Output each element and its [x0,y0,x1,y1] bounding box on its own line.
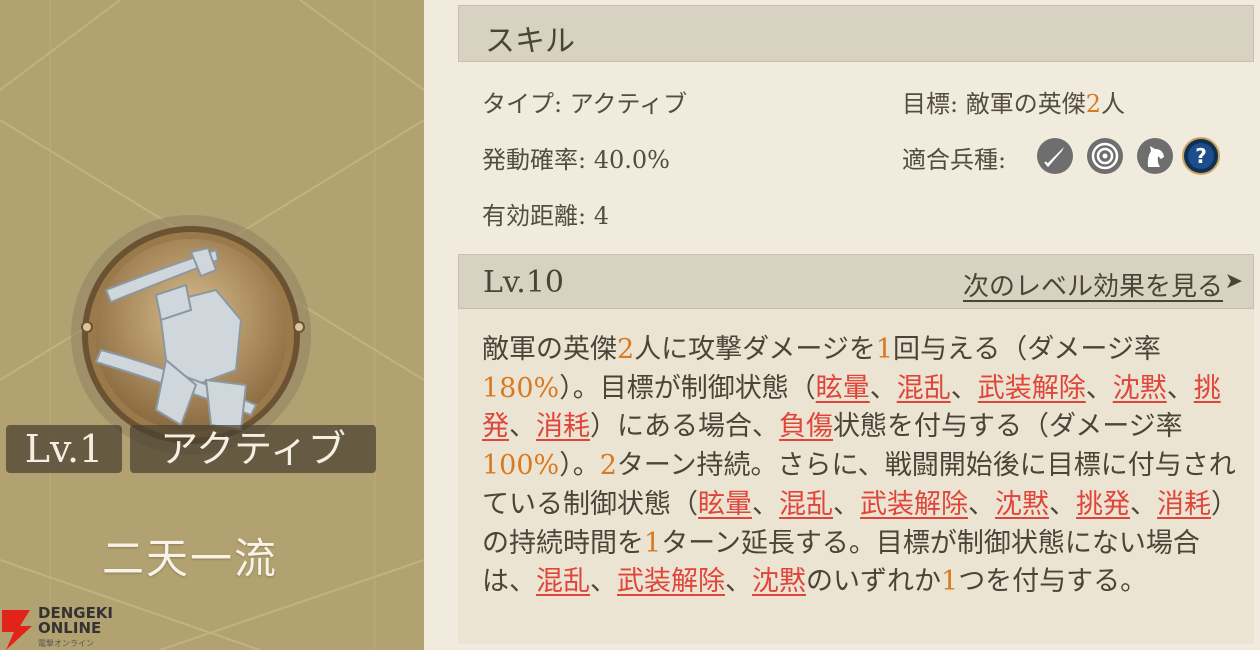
watermark-line3: 電撃オンライン [38,639,94,648]
arrow-right-icon[interactable]: ➤ [1225,269,1243,294]
trigger-rate-row: 発動確率: 40.0% [482,140,670,175]
rate-value: 40.0% [593,146,670,174]
description-text: 、 [1166,372,1194,404]
skill-card: Lv.1 アクティブ 二天一流 [0,0,424,650]
numeric-value: 1 [644,527,662,559]
status-keyword-link[interactable]: 沈黙 [995,489,1049,520]
description-text: つを付与する。 [958,566,1148,598]
description-text: 、 [752,488,779,520]
target-prefix: 敵軍の英傑 [965,90,1086,118]
status-keyword-link[interactable]: 武装解除 [617,566,725,597]
description-text: 、 [950,372,978,404]
range-value: 4 [593,202,610,230]
range-row: 有効距離: 4 [482,196,609,231]
status-keyword-link[interactable]: 混乱 [779,489,833,520]
status-keyword-link[interactable]: 混乱 [536,566,590,597]
numeric-value: 2 [617,334,635,365]
status-keyword-link[interactable]: 沈黙 [1113,373,1167,404]
type-label: タイプ: [482,90,563,118]
status-keyword-link[interactable]: 眩暈 [698,489,752,520]
type-value: アクティブ [569,90,688,118]
numeric-value: 2 [599,450,617,482]
description-text: 人に攻撃ダメージを [634,334,876,365]
cavalry-horse-icon[interactable] [1136,137,1174,175]
rate-label: 発動確率: [482,146,587,174]
skill-header-bar: スキル [458,5,1254,62]
target-label: 目標: [902,90,959,118]
level-bar: Lv.10 次のレベル効果を見る ➤ [458,254,1254,309]
skill-description-text: 敵軍の英傑2人に攻撃ダメージを1回与える（ダメージ率180%）。目標が制御状態（… [482,331,1242,602]
next-level-effect-link[interactable]: 次のレベル効果を見る [963,266,1223,303]
status-keyword-link[interactable]: 武装解除 [978,373,1086,404]
status-keyword-link[interactable]: 武装解除 [860,489,968,520]
skill-type-row: タイプ: アクティブ [482,84,687,119]
description-text: ）。 [559,450,600,482]
status-keyword-link[interactable]: 眩暈 [816,373,870,404]
description-text: ）にある場合、 [590,411,779,443]
description-text: のいずれか [806,566,941,598]
skill-detail-panel: スキル タイプ: アクティブ 発動確率: 40.0% 有効距離: 4 目標: 敵… [458,0,1254,650]
description-text: 、 [509,411,536,443]
skill-level-badge: Lv.1 [6,425,122,473]
status-keyword-link[interactable]: 挑発 [1076,489,1130,520]
numeric-value: 180% [482,372,560,404]
status-keyword-link[interactable]: 混乱 [897,373,951,404]
range-label: 有効距離: [482,202,587,230]
skill-description-box: 敵軍の英傑2人に攻撃ダメージを1回与える（ダメージ率180%）。目標が制御状態（… [458,309,1254,644]
unknown-troop-icon[interactable]: ? [1182,137,1220,175]
target-row: 目標: 敵軍の英傑2人 [902,84,1125,119]
description-text: 、 [869,372,897,404]
status-keyword-link[interactable]: 消耗 [1157,489,1211,520]
description-text: 、 [833,488,860,520]
description-text: 、 [725,566,752,598]
skill-type-badge: アクティブ [130,425,376,473]
svg-text:?: ? [1195,144,1207,168]
status-keyword-link[interactable]: 消耗 [536,411,590,442]
troops-row: 適合兵種: [902,140,1006,175]
numeric-value: 1 [941,566,959,598]
description-text: 、 [1130,488,1157,520]
description-text: 、 [1049,488,1076,520]
description-text: 回与える（ダメージ率 [893,334,1161,365]
watermark-line2: ONLINE [38,619,102,637]
description-text: 敵軍の英傑 [482,334,617,365]
numeric-value: 100% [482,450,560,482]
archer-target-icon[interactable] [1086,137,1124,175]
sword-troop-icon[interactable] [1036,137,1074,175]
status-keyword-link[interactable]: 負傷 [779,411,833,442]
skill-name: 二天一流 [101,534,278,583]
skill-section-title: スキル [485,24,575,59]
description-text: ）。目標が制御状態（ [559,372,816,404]
description-text: 、 [968,488,995,520]
dual-sword-samurai-emblem [71,215,311,455]
watermark-text: DENGEKI ONLINE [38,606,113,636]
target-count: 2 [1085,90,1102,118]
troops-label: 適合兵種: [902,146,1007,174]
status-keyword-link[interactable]: 沈黙 [752,566,806,597]
description-text: 、 [1085,372,1113,404]
description-text: 状態を付与する（ダメージ率 [833,411,1183,443]
description-text: 、 [590,566,617,598]
current-level-label: Lv.10 [483,265,565,300]
numeric-value: 1 [875,334,894,365]
target-suffix: 人 [1101,90,1126,118]
